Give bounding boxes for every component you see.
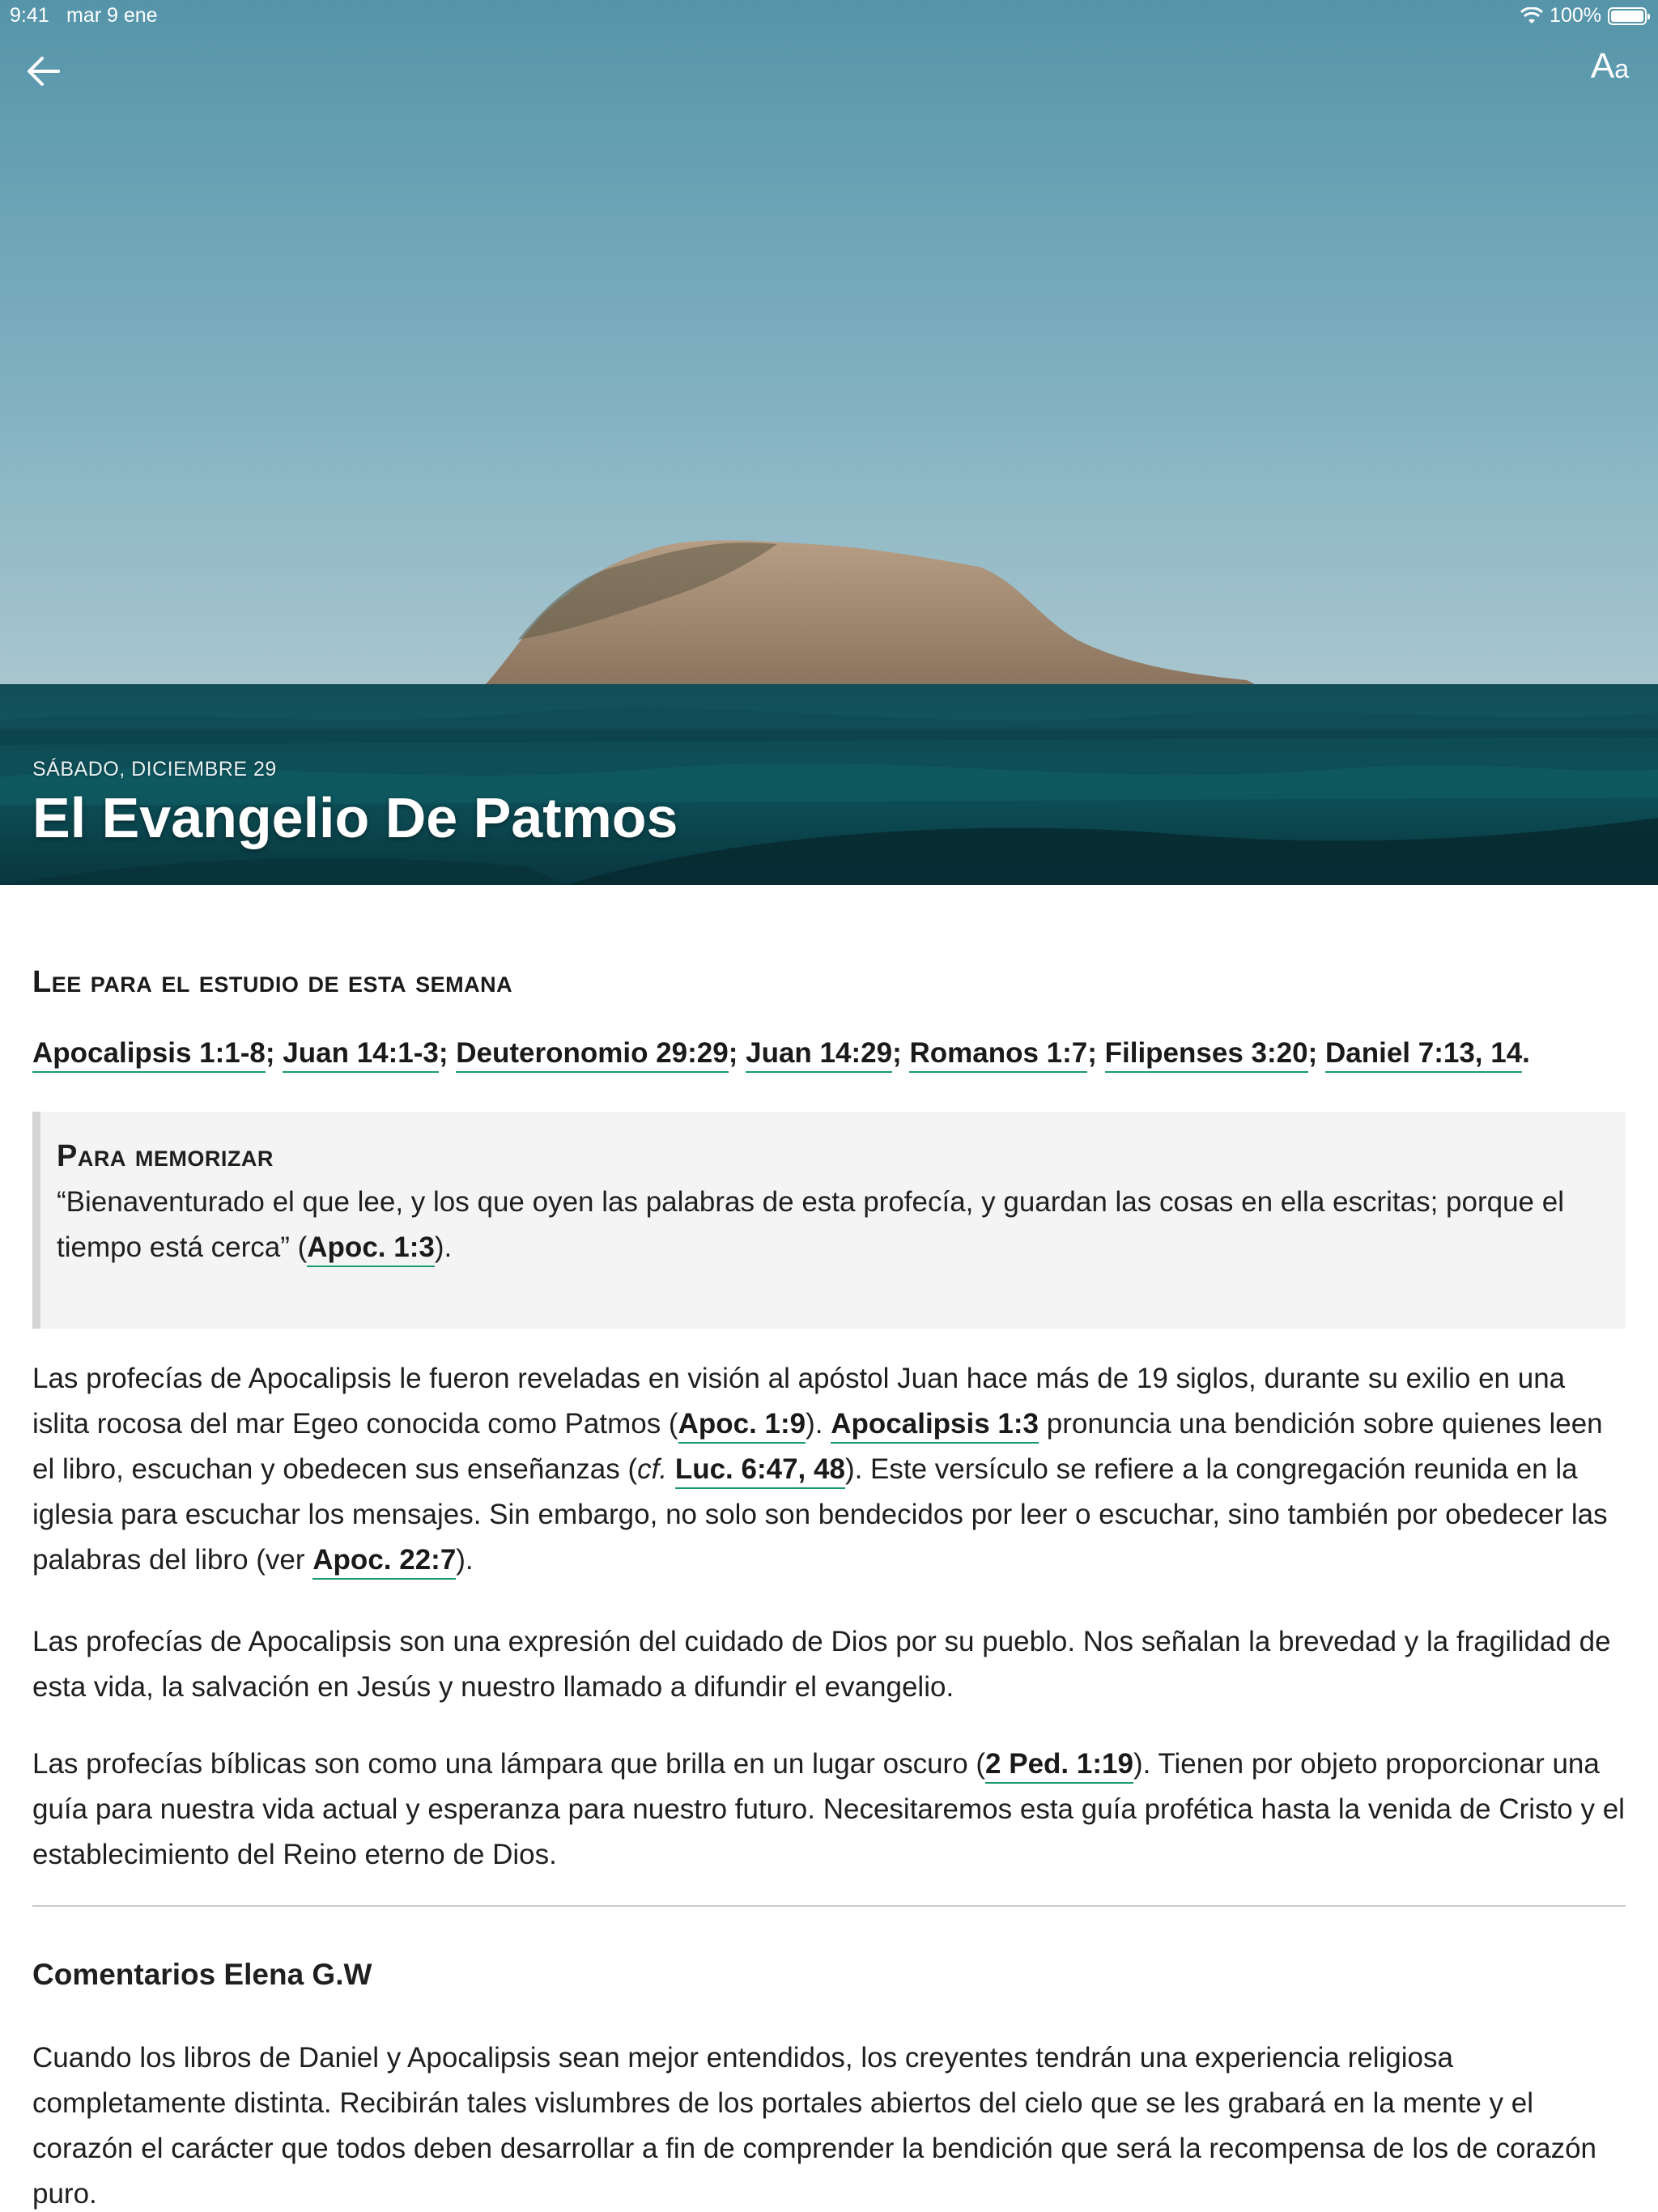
reference-link[interactable]: Daniel 7:13, 14 xyxy=(1324,1037,1523,1073)
section-divider xyxy=(32,1905,1626,1907)
font-size-button[interactable]: Aa xyxy=(1591,49,1629,84)
hero-header: 9:41 mar 9 ene 100% Aa SÁBADO, DICIEMBRE… xyxy=(0,0,1658,885)
back-arrow-icon[interactable] xyxy=(26,53,62,89)
memory-verse-text: “Bienaventurado el que lee, y los que oy… xyxy=(57,1180,1601,1270)
status-bar: 9:41 mar 9 ene 100% xyxy=(0,0,1658,32)
reference-link[interactable]: Apoc. 22:7 xyxy=(312,1544,457,1580)
status-time: 9:41 xyxy=(10,4,49,27)
paragraph-3: Las profecías bíblicas son como una lámp… xyxy=(32,1748,1625,1870)
lesson-date: SÁBADO, DICIEMBRE 29 xyxy=(32,758,277,781)
reference-link[interactable]: Apocalipsis 1:3 xyxy=(831,1408,1039,1444)
reference-link[interactable]: Juan 14:29 xyxy=(746,1037,893,1073)
memory-verse-box: Para memorizar “Bienaventurado el que le… xyxy=(32,1112,1626,1329)
battery-percent: 100% xyxy=(1550,4,1601,27)
paragraph-2: Las profecías de Apocalipsis son una exp… xyxy=(32,1626,1611,1703)
comments-title: Comentarios Elena G.W xyxy=(32,1958,372,1991)
status-date: mar 9 ene xyxy=(66,4,158,27)
font-size-icon-small: a xyxy=(1614,54,1629,83)
battery-icon xyxy=(1608,6,1650,25)
font-size-icon-big: A xyxy=(1590,46,1615,86)
reading-references: Apocalipsis 1:1-8; Juan 14:1-3; Deuteron… xyxy=(32,1031,1530,1076)
status-right: 100% xyxy=(1520,4,1650,28)
reference-link[interactable]: Juan 14:1-3 xyxy=(283,1037,439,1073)
paragraph-1: Las profecías de Apocalipsis le fueron r… xyxy=(32,1356,1626,1583)
reference-link[interactable]: 2 Ped. 1:19 xyxy=(985,1748,1133,1784)
reference-link[interactable]: Apoc. 1:3 xyxy=(307,1231,435,1267)
reference-link[interactable]: Deuteronomio 29:29 xyxy=(456,1037,729,1073)
comments-text: Cuando los libros de Daniel y Apocalipsi… xyxy=(32,2042,1597,2210)
reference-link[interactable]: Romanos 1:7 xyxy=(909,1037,1088,1073)
lesson-title: El Evangelio De Patmos xyxy=(32,786,678,849)
wifi-icon xyxy=(1520,6,1544,23)
reference-link[interactable]: Filipenses 3:20 xyxy=(1104,1037,1308,1073)
reference-link[interactable]: Luc. 6:47, 48 xyxy=(674,1453,845,1489)
reference-link[interactable]: Apocalipsis 1:1-8 xyxy=(32,1037,266,1073)
reference-link[interactable]: Apoc. 1:9 xyxy=(678,1408,806,1444)
reading-section-title: Lee para el estudio de esta semana xyxy=(32,965,513,999)
hero-image xyxy=(0,0,1658,885)
memory-verse-title: Para memorizar xyxy=(57,1139,274,1173)
